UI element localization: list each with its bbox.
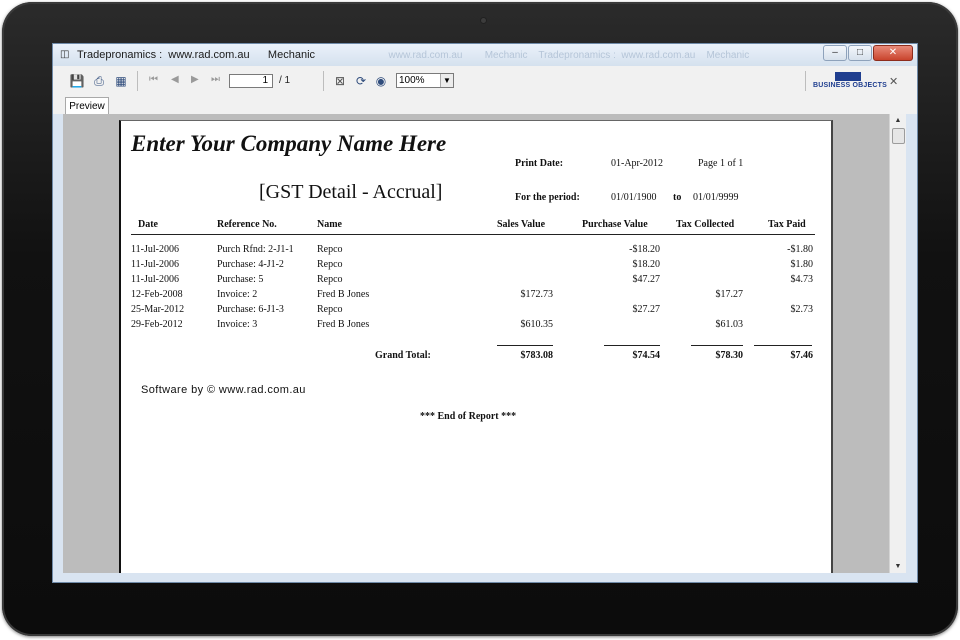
- toolbar-separator: [323, 71, 324, 91]
- group-tree-icon[interactable]: ▦: [113, 74, 129, 88]
- cell-reference: Invoice: 2: [217, 289, 258, 300]
- cell-date: 11-Jul-2006: [131, 274, 179, 285]
- grand-total-tax-paid: $7.46: [790, 350, 814, 361]
- column-header-tax-paid: Tax Paid: [768, 219, 806, 230]
- cell-reference: Invoice: 3: [217, 319, 258, 330]
- print-date-value: 01-Apr-2012: [611, 158, 664, 169]
- cell-reference: Purch Rfnd: 2-J1-1: [217, 244, 294, 255]
- cell-name: Repco: [317, 274, 343, 285]
- cell-reference: Purchase: 6-J1-3: [217, 304, 284, 315]
- column-header-purchase: Purchase Value: [582, 219, 648, 230]
- column-header-reference: Reference No.: [217, 219, 277, 230]
- cell-sales: $172.73: [520, 289, 554, 300]
- cell-purchase: $47.27: [632, 274, 661, 285]
- total-rule: [497, 345, 553, 346]
- total-rule: [691, 345, 743, 346]
- cell-purchase: $27.27: [632, 304, 661, 315]
- cell-tax-paid: $1.80: [790, 259, 814, 270]
- column-header-sales: Sales Value: [497, 219, 546, 230]
- search-binoculars-icon[interactable]: ◉: [373, 74, 389, 88]
- cell-tax-paid: $2.73: [790, 304, 814, 315]
- report-page: Enter Your Company Name Here [GST Detail…: [119, 120, 833, 573]
- zoom-select[interactable]: 100% ▼: [396, 73, 454, 88]
- stop-icon[interactable]: ⊠: [332, 74, 348, 88]
- toolbar: 💾 ⎙ ▦ ⏮ ◀ ▶ ⏭ 1 / 1 ⊠ ⟳ ◉ 100% ▼ BUSINES…: [53, 66, 917, 97]
- scroll-down-icon[interactable]: ▼: [890, 563, 906, 570]
- report-viewer-window: ◫ Tradepronamics : www.rad.com.au Mechan…: [52, 43, 918, 583]
- cell-date: 12-Feb-2008: [131, 289, 183, 300]
- close-view-icon[interactable]: ✕: [889, 75, 898, 88]
- next-page-icon[interactable]: ▶: [191, 74, 199, 85]
- tab-strip: Preview: [53, 96, 917, 114]
- scroll-up-icon[interactable]: ▲: [890, 117, 906, 124]
- report-title: [GST Detail - Accrual]: [259, 181, 443, 203]
- first-page-icon[interactable]: ⏮: [149, 74, 158, 85]
- camera-dot: [481, 18, 486, 23]
- print-date-label: Print Date:: [515, 158, 564, 169]
- cell-purchase: -$18.20: [629, 244, 660, 255]
- total-rule: [754, 345, 812, 346]
- refresh-icon[interactable]: ⟳: [353, 74, 369, 88]
- close-button[interactable]: ✕: [873, 45, 913, 61]
- period-from: 01/01/1900: [611, 192, 657, 203]
- cell-sales: $610.35: [520, 319, 554, 330]
- toolbar-separator: [137, 71, 138, 91]
- cell-name: Fred B Jones: [317, 289, 370, 300]
- maximize-button[interactable]: □: [848, 45, 872, 61]
- software-credit: Software by © www.rad.com.au: [141, 384, 306, 396]
- end-of-report: *** End of Report ***: [420, 411, 517, 422]
- page-number-input[interactable]: 1: [229, 74, 273, 88]
- zoom-value: 100%: [399, 75, 425, 86]
- header-rule: [131, 234, 815, 235]
- prev-page-icon[interactable]: ◀: [171, 74, 179, 85]
- cell-name: Repco: [317, 259, 343, 270]
- cell-name: Repco: [317, 304, 343, 315]
- minimize-button[interactable]: –: [823, 45, 847, 61]
- report-viewport: Enter Your Company Name Here [GST Detail…: [63, 114, 889, 573]
- cell-reference: Purchase: 5: [217, 274, 264, 285]
- logo-text: BUSINESS OBJECTS: [813, 82, 887, 89]
- cell-date: 11-Jul-2006: [131, 244, 179, 255]
- period-to: 01/01/9999: [693, 192, 739, 203]
- app-icon: ◫: [60, 49, 70, 60]
- page-info: Page 1 of 1: [698, 158, 744, 169]
- cell-date: 29-Feb-2012: [131, 319, 183, 330]
- window-title: Tradepronamics : www.rad.com.au Mechanic: [77, 49, 316, 61]
- last-page-icon[interactable]: ⏭: [211, 74, 220, 85]
- logo-mark: [835, 72, 861, 81]
- cell-purchase: $18.20: [632, 259, 661, 270]
- grand-total-tax-collected: $78.30: [715, 350, 744, 361]
- cell-name: Repco: [317, 244, 343, 255]
- vertical-scrollbar[interactable]: ▲ ▼: [889, 114, 906, 573]
- grand-total-label: Grand Total:: [375, 350, 431, 361]
- print-icon[interactable]: ⎙: [91, 74, 107, 88]
- chevron-down-icon[interactable]: ▼: [440, 74, 453, 87]
- cell-tax-paid: -$1.80: [787, 244, 813, 255]
- grand-total-purchase: $74.54: [632, 350, 661, 361]
- export-icon[interactable]: 💾: [69, 74, 85, 88]
- business-objects-logo: BUSINESS OBJECTS: [813, 72, 887, 90]
- cell-tax-collected: $17.27: [715, 289, 744, 300]
- column-header-name: Name: [317, 219, 342, 230]
- toolbar-separator: [805, 71, 806, 91]
- period-label: For the period:: [515, 192, 580, 203]
- cell-date: 11-Jul-2006: [131, 259, 179, 270]
- cell-name: Fred B Jones: [317, 319, 370, 330]
- cell-date: 25-Mar-2012: [131, 304, 185, 315]
- column-header-tax-collected: Tax Collected: [676, 219, 735, 230]
- title-reflection: www.rad.com.au Mechanic Tradepronamics :…: [383, 50, 750, 61]
- period-to-label: to: [673, 192, 682, 203]
- grand-total-sales: $783.08: [520, 350, 554, 361]
- total-rule: [604, 345, 660, 346]
- status-bar: [53, 573, 917, 582]
- column-header-date: Date: [138, 219, 158, 230]
- cell-tax-paid: $4.73: [790, 274, 814, 285]
- tab-preview[interactable]: Preview: [65, 97, 109, 114]
- cell-reference: Purchase: 4-J1-2: [217, 259, 284, 270]
- cell-tax-collected: $61.03: [715, 319, 744, 330]
- company-name: Enter Your Company Name Here: [131, 131, 447, 156]
- scroll-thumb[interactable]: [892, 128, 905, 144]
- title-bar: ◫ Tradepronamics : www.rad.com.au Mechan…: [53, 44, 917, 66]
- page-total: / 1: [279, 75, 291, 86]
